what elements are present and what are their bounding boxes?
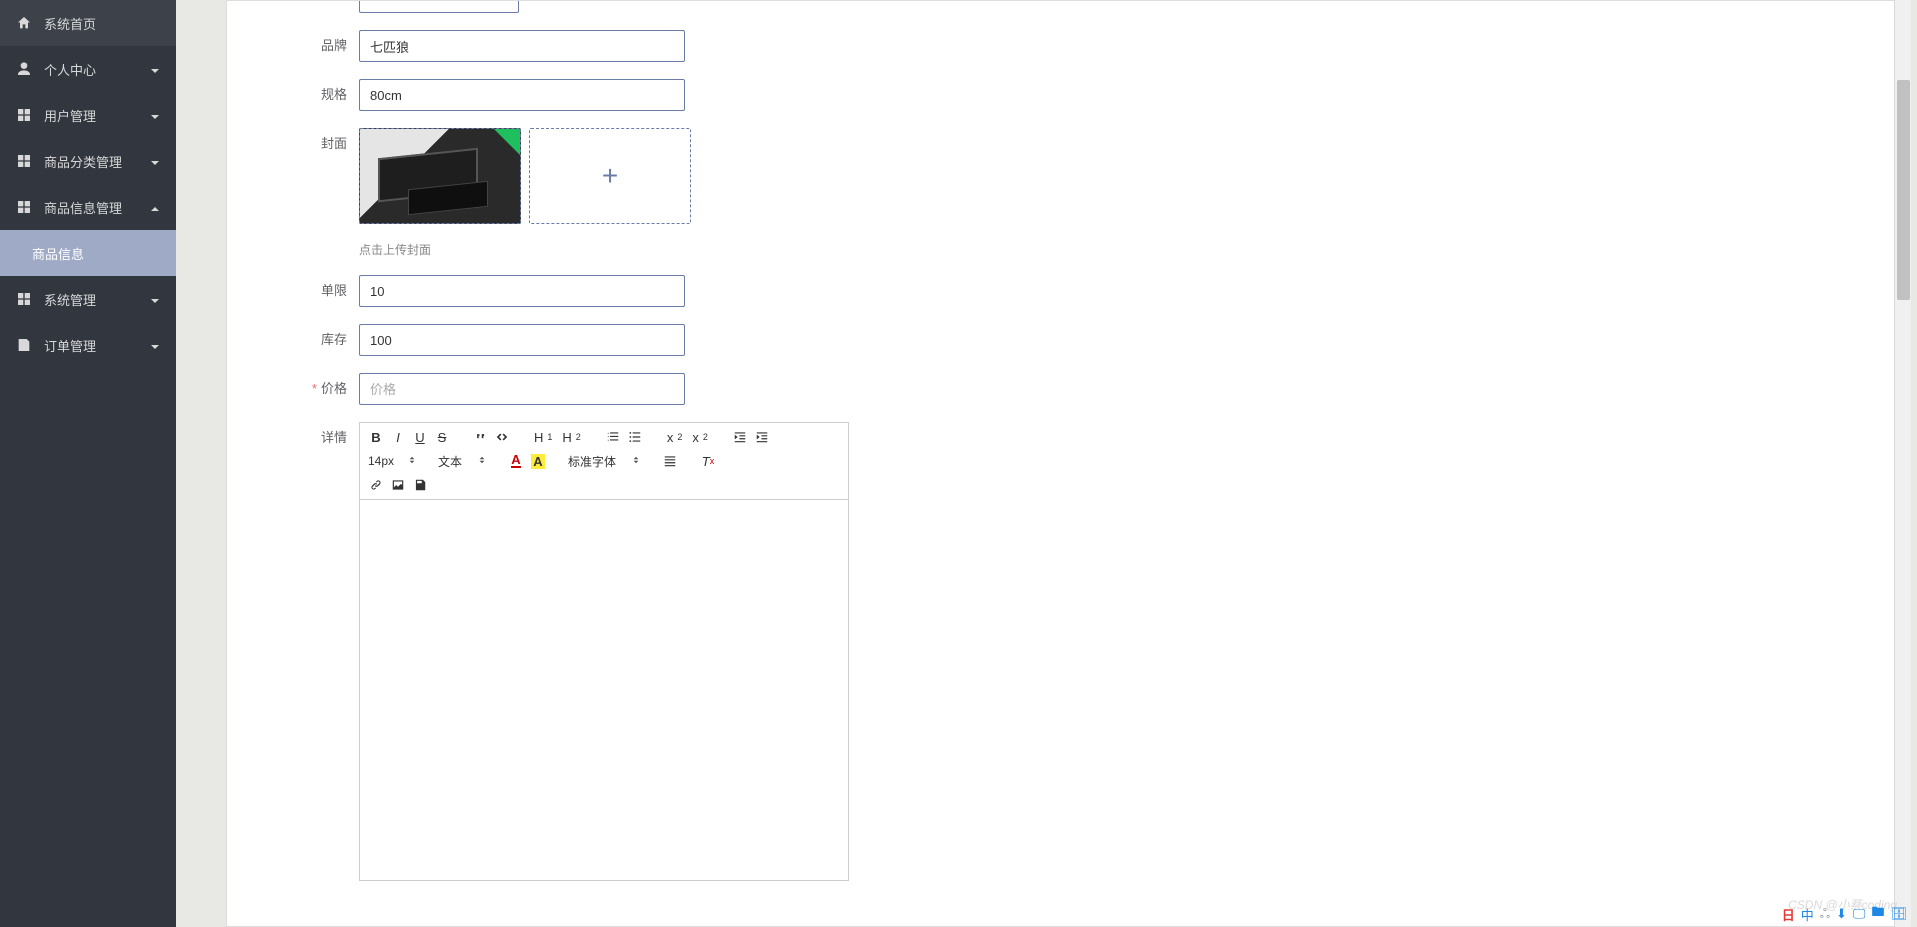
label-limit: 单限 [247, 275, 359, 307]
limit-input[interactable] [359, 275, 685, 307]
app-root: 系统首页 个人中心 用户管理 商品分类管理 商品信息管理 商品信息 系统管理 [0, 0, 1917, 927]
content-panel: 品牌 规格 封面 [226, 0, 1897, 927]
tray-icon[interactable]: ஃ [1820, 906, 1830, 923]
form-item-price: *价格 [247, 373, 1876, 405]
home-icon [16, 15, 32, 31]
vertical-scrollbar[interactable] [1894, 0, 1911, 927]
upload-add-button[interactable]: + [529, 128, 691, 224]
grid-icon [16, 107, 32, 123]
tray-icon[interactable]: 🖿 [1871, 903, 1884, 925]
tray-icon[interactable]: 🗄 [1890, 906, 1907, 922]
image-button[interactable] [388, 475, 408, 495]
form-item-top [247, 0, 1876, 13]
menu-users[interactable]: 用户管理 [0, 92, 176, 138]
form-item-spec: 规格 [247, 79, 1876, 111]
font-family-select[interactable]: 标准字体 [566, 453, 642, 470]
label-cover: 封面 [247, 128, 359, 160]
label-detail: 详情 [247, 422, 359, 454]
grid-icon [16, 291, 32, 307]
scrollbar-thumb[interactable] [1897, 80, 1910, 300]
chevron-down-icon [150, 64, 160, 74]
link-button[interactable] [366, 475, 386, 495]
chevron-up-icon [150, 202, 160, 212]
editor-toolbar: B I U S H1 [360, 423, 848, 500]
bold-button[interactable]: B [366, 427, 386, 447]
menu-label: 商品分类管理 [44, 152, 150, 171]
chevron-down-icon [150, 156, 160, 166]
menu-product-sub[interactable]: 商品信息 [0, 230, 176, 276]
chevron-down-icon [150, 110, 160, 120]
underline-button[interactable]: U [410, 427, 430, 447]
bg-color-button[interactable]: A [528, 451, 548, 471]
save-button[interactable] [410, 475, 430, 495]
menu-label: 订单管理 [44, 336, 150, 355]
tray-icon[interactable]: 🖵 [1853, 906, 1866, 922]
tray-icon[interactable]: 日 [1782, 905, 1795, 924]
indent-inc-button[interactable] [752, 427, 772, 447]
menu-label: 用户管理 [44, 106, 150, 125]
editor-body[interactable] [360, 500, 848, 880]
menu-label: 系统管理 [44, 290, 150, 309]
grid-icon [16, 199, 32, 215]
cover-image [360, 129, 520, 223]
menu-label: 商品信息 [32, 244, 160, 263]
form-item-brand: 品牌 [247, 30, 1876, 62]
brand-input[interactable] [359, 30, 685, 62]
menu-label: 商品信息管理 [44, 198, 150, 217]
sidebar: 系统首页 个人中心 用户管理 商品分类管理 商品信息管理 商品信息 系统管理 [0, 0, 176, 927]
strike-button[interactable]: S [432, 427, 452, 447]
tray-icon[interactable]: 中 [1801, 905, 1814, 924]
label-spec: 规格 [247, 79, 359, 111]
main: 品牌 规格 封面 [176, 0, 1917, 927]
menu-profile[interactable]: 个人中心 [0, 46, 176, 92]
form-item-detail: 详情 B I U S [247, 422, 1876, 881]
product-form: 品牌 规格 封面 [227, 0, 1896, 881]
menu-label: 个人中心 [44, 60, 150, 79]
label-brand: 品牌 [247, 30, 359, 62]
menu-label: 系统首页 [44, 14, 160, 33]
spec-input[interactable] [359, 79, 685, 111]
menu-home[interactable]: 系统首页 [0, 0, 176, 46]
form-item-cover: 封面 + [247, 128, 1876, 224]
chevron-down-icon [150, 294, 160, 304]
italic-button[interactable]: I [388, 427, 408, 447]
menu-orders[interactable]: 订单管理 [0, 322, 176, 368]
grid-icon [16, 153, 32, 169]
quote-button[interactable] [470, 427, 490, 447]
ol-button[interactable] [603, 427, 623, 447]
rich-editor: B I U S H1 [359, 422, 849, 881]
label-price: *价格 [247, 373, 359, 405]
plus-icon: + [602, 162, 618, 190]
label-stock: 库存 [247, 324, 359, 356]
doc-icon [16, 337, 32, 353]
ul-button[interactable] [625, 427, 645, 447]
clear-format-button[interactable]: Tx [698, 451, 718, 471]
menu-category[interactable]: 商品分类管理 [0, 138, 176, 184]
cover-hint: 点击上传封面 [359, 241, 1876, 258]
menu-product-info[interactable]: 商品信息管理 [0, 184, 176, 230]
user-icon [16, 61, 32, 77]
font-size-select[interactable]: 14px [366, 454, 418, 468]
text-color-button[interactable]: A [506, 451, 526, 471]
input-top[interactable] [359, 0, 519, 13]
subscript-button[interactable]: x2 [663, 427, 687, 447]
cover-thumb[interactable] [359, 128, 521, 224]
stock-input[interactable] [359, 324, 685, 356]
form-item-limit: 单限 [247, 275, 1876, 307]
superscript-button[interactable]: x2 [688, 427, 712, 447]
code-button[interactable] [492, 427, 512, 447]
system-tray: 日 中 ஃ ⬇ 🖵 🖿 🗄 [1778, 901, 1911, 927]
tray-icon[interactable]: ⬇ [1836, 906, 1847, 922]
price-input[interactable] [359, 373, 685, 405]
block-select[interactable]: 文本 [436, 453, 488, 470]
menu-system[interactable]: 系统管理 [0, 276, 176, 322]
align-button[interactable] [660, 451, 680, 471]
chevron-down-icon [150, 340, 160, 350]
form-item-stock: 库存 [247, 324, 1876, 356]
h2-button[interactable]: H2 [558, 427, 584, 447]
indent-dec-button[interactable] [730, 427, 750, 447]
h1-button[interactable]: H1 [530, 427, 556, 447]
